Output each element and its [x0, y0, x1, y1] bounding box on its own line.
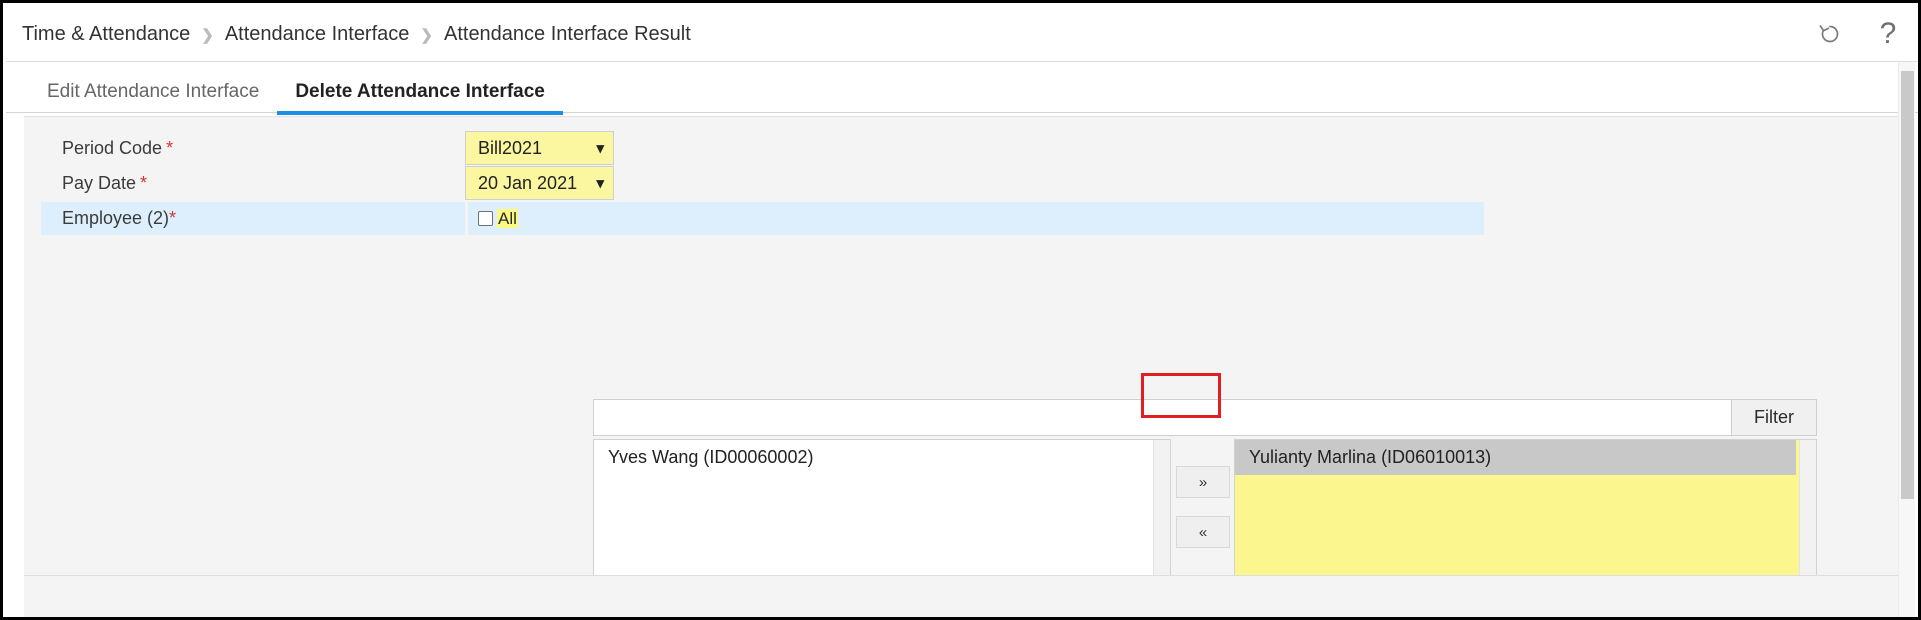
employee-all-cell: All	[468, 202, 1484, 235]
form-row-pay-date: Pay Date * 20 Jan 2021 ▾	[41, 166, 614, 200]
breadcrumb-separator-icon: ❯	[201, 27, 214, 44]
tab-bar: Edit Attendance Interface Delete Attenda…	[6, 62, 1918, 115]
form-row-employee: Employee (2) * All	[41, 202, 1484, 235]
pay-date-select[interactable]: 20 Jan 2021	[465, 166, 614, 200]
help-glyph: ?	[1879, 17, 1897, 50]
employee-required-mark: *	[169, 208, 177, 228]
header-actions: ?	[1815, 6, 1903, 62]
breadcrumb-item-time-attendance[interactable]: Time & Attendance	[22, 23, 190, 46]
breadcrumb-item-attendance-interface[interactable]: Attendance Interface	[225, 23, 410, 46]
employee-filter-row: Filter	[593, 399, 1817, 436]
form-row-period-code: Period Code * Bill2021 ▾	[41, 131, 614, 165]
period-code-select[interactable]: Bill2021	[465, 131, 614, 165]
period-code-select-wrap: Bill2021 ▾	[465, 131, 614, 165]
employee-filter-input[interactable]	[593, 399, 1732, 436]
page-scrollbar-thumb[interactable]	[1901, 71, 1914, 499]
employee-all-label[interactable]: All	[497, 208, 518, 229]
list-item[interactable]: Yulianty Marlina (ID06010013)	[1235, 440, 1796, 475]
pay-date-select-wrap: 20 Jan 2021 ▾	[465, 166, 614, 200]
move-right-button[interactable]: »	[1176, 466, 1230, 498]
pay-date-required-mark: *	[140, 173, 148, 193]
list-item[interactable]: Yves Wang (ID00060002)	[594, 440, 1170, 475]
reset-history-icon[interactable]	[1815, 19, 1845, 49]
help-icon[interactable]: ?	[1873, 19, 1903, 49]
tab-delete-attendance-interface[interactable]: Delete Attendance Interface	[277, 82, 563, 115]
form-panel: Period Code * Bill2021 ▾ Pay Date * 20 Jan…	[24, 116, 1902, 617]
period-code-required-mark: *	[166, 138, 174, 158]
pay-date-label: Pay Date *	[41, 174, 465, 192]
breadcrumb-item-attendance-interface-result[interactable]: Attendance Interface Result	[444, 23, 691, 46]
move-left-button[interactable]: «	[1176, 516, 1230, 548]
footer-area	[24, 576, 1902, 617]
page-scrollbar[interactable]	[1898, 62, 1915, 617]
breadcrumb-separator-icon: ❯	[420, 27, 433, 44]
employee-filter-button[interactable]: Filter	[1732, 399, 1817, 436]
pay-date-label-text: Pay Date	[62, 173, 137, 193]
breadcrumb: Time & Attendance ❯ Attendance Interface…	[22, 6, 691, 62]
attendance-interface-window: Time & Attendance ❯ Attendance Interface…	[0, 0, 1921, 620]
employee-label-text: Employee (2)	[62, 208, 170, 228]
period-code-label: Period Code *	[41, 139, 465, 157]
employee-all-checkbox[interactable]	[478, 211, 493, 226]
tab-edit-attendance-interface[interactable]: Edit Attendance Interface	[29, 82, 277, 113]
period-code-label-text: Period Code	[62, 138, 163, 158]
employee-label: Employee (2) *	[41, 202, 465, 235]
page-header: Time & Attendance ❯ Attendance Interface…	[6, 6, 1918, 62]
